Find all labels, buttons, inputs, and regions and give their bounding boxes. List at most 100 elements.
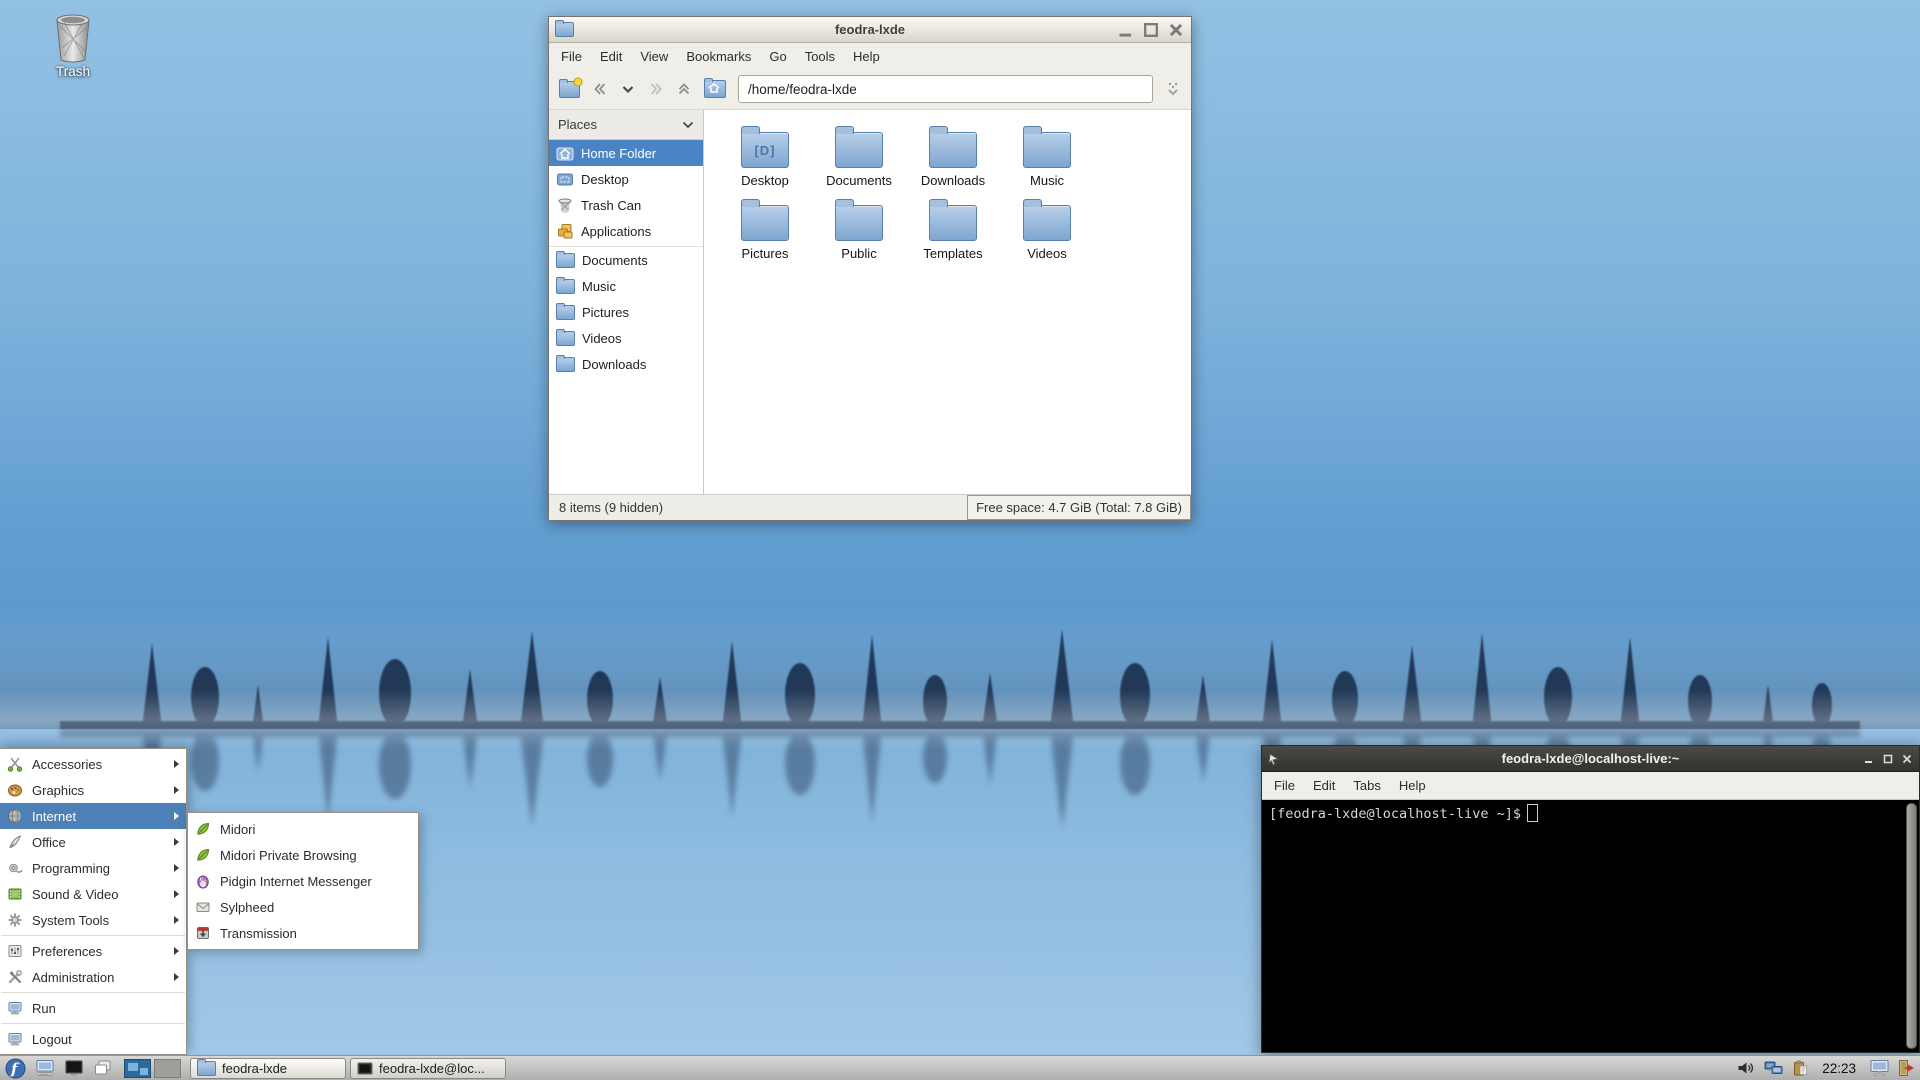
home-folder-icon (556, 147, 574, 161)
menu-item-system-tools[interactable]: System Tools (0, 907, 186, 933)
programming-icon (9, 863, 23, 873)
transmission-icon (197, 927, 209, 939)
fm-menu-file[interactable]: File (553, 46, 590, 67)
folder-public[interactable]: Public (812, 197, 906, 270)
submenu-item-midori[interactable]: Midori (188, 816, 418, 842)
submenu-item-sylpheed[interactable]: Sylpheed (188, 894, 418, 920)
sidebar-item-applications[interactable]: Applications (549, 218, 703, 247)
fm-menu-edit[interactable]: Edit (592, 46, 630, 67)
sidebar-item-trash-can[interactable]: Trash Can (549, 192, 703, 218)
fm-minimize-icon[interactable] (1118, 22, 1134, 38)
volume-icon[interactable] (1737, 1060, 1756, 1076)
history-dropdown-icon[interactable] (620, 81, 636, 97)
fm-menu-view[interactable]: View (632, 46, 676, 67)
folder-music[interactable]: Music (1000, 124, 1094, 197)
desktop-computer-icon (36, 1060, 53, 1076)
folder-documents[interactable]: Documents (812, 124, 906, 197)
up-icon[interactable] (676, 81, 692, 97)
submenu-item-transmission[interactable]: Transmission (188, 920, 418, 946)
fm-menu-help[interactable]: Help (845, 46, 888, 67)
terminal-menu-edit[interactable]: Edit (1305, 775, 1343, 796)
places-selector[interactable]: Places (549, 110, 703, 140)
submenu-arrow-icon (174, 947, 179, 955)
jump-to-icon[interactable] (1165, 81, 1181, 97)
fedora-logo-icon: f (5, 1058, 26, 1078)
terminal-scrollbar[interactable] (1906, 803, 1917, 1049)
menu-item-graphics[interactable]: Graphics (0, 777, 186, 803)
submenu-arrow-icon (174, 890, 179, 898)
sidebar-item-label: Documents (582, 252, 648, 268)
fm-maximize-icon[interactable] (1143, 22, 1159, 38)
terminal-menu-help[interactable]: Help (1391, 775, 1434, 796)
home-icon[interactable] (704, 78, 726, 98)
terminal-menu-file[interactable]: File (1266, 775, 1303, 796)
show-desktop-button[interactable] (90, 1057, 115, 1079)
task-label: feodra-lxde (222, 1060, 288, 1076)
forward-icon[interactable] (648, 81, 664, 97)
sidebar-item-pictures[interactable]: Pictures (549, 299, 703, 325)
clock[interactable]: 22:23 (1822, 1061, 1856, 1076)
terminal-window-title: feodra-lxde@localhost-live:~ (1501, 751, 1680, 766)
fm-titlebar[interactable]: feodra-lxde (549, 17, 1191, 43)
terminal-maximize-icon[interactable] (1883, 754, 1893, 764)
sidebar-item-documents[interactable]: Documents (549, 247, 703, 273)
fm-menu-tools[interactable]: Tools (797, 46, 843, 67)
logout-door-icon[interactable] (1898, 1059, 1915, 1077)
launcher-file-manager[interactable] (32, 1057, 57, 1079)
status-items: 8 items (9 hidden) (559, 500, 664, 515)
path-input[interactable]: /home/feodra-lxde (738, 75, 1153, 103)
folder-templates[interactable]: Templates (906, 197, 1000, 270)
terminal-output[interactable]: [feodra-lxde@localhost-live ~]$ (1262, 800, 1919, 1052)
system-tray: 22:23 (1737, 1059, 1917, 1077)
workspace-1[interactable] (124, 1058, 151, 1078)
menu-item-administration[interactable]: Administration (0, 964, 186, 990)
new-tab-icon[interactable] (559, 77, 583, 98)
applications-icon (558, 224, 573, 239)
taskbar-task-terminal[interactable]: feodra-lxde@loc... (350, 1057, 506, 1079)
preferences-icon (8, 945, 22, 957)
terminal-titlebar[interactable]: feodra-lxde@localhost-live:~ (1262, 746, 1919, 772)
sidebar-item-downloads[interactable]: Downloads (549, 351, 703, 377)
folder-desktop[interactable]: Desktop (718, 124, 812, 197)
internet-submenu: Midori Midori Private Browsing Pidgin In… (187, 812, 419, 950)
terminal-window: feodra-lxde@localhost-live:~ File Edit T… (1261, 745, 1920, 1053)
workspace-pager (124, 1058, 181, 1078)
menu-item-preferences[interactable]: Preferences (0, 938, 186, 964)
menu-item-sound-video[interactable]: Sound & Video (0, 881, 186, 907)
menu-item-programming[interactable]: Programming (0, 855, 186, 881)
clipboard-icon[interactable] (1792, 1060, 1809, 1077)
menu-item-office[interactable]: Office (0, 829, 186, 855)
screenlock-icon[interactable] (1869, 1059, 1890, 1077)
sidebar-item-desktop[interactable]: Desktop (549, 166, 703, 192)
folder-videos[interactable]: Videos (1000, 197, 1094, 270)
folder-icon (556, 276, 575, 294)
submenu-item-midori-private[interactable]: Midori Private Browsing (188, 842, 418, 868)
show-desktop-icon (94, 1060, 110, 1075)
submenu-item-pidgin[interactable]: Pidgin Internet Messenger (188, 868, 418, 894)
menu-item-internet[interactable]: Internet (0, 803, 186, 829)
back-icon[interactable] (592, 81, 608, 97)
desktop-trash-icon[interactable]: Trash (36, 12, 110, 79)
folder-pictures[interactable]: Pictures (718, 197, 812, 270)
submenu-arrow-icon (174, 812, 179, 820)
menu-item-accessories[interactable]: Accessories (0, 751, 186, 777)
terminal-minimize-icon[interactable] (1864, 754, 1874, 764)
fm-close-icon[interactable] (1168, 22, 1184, 38)
folder-downloads[interactable]: Downloads (906, 124, 1000, 197)
taskbar-task-file-manager[interactable]: feodra-lxde (190, 1057, 346, 1079)
sidebar-item-music[interactable]: Music (549, 273, 703, 299)
menu-item-run[interactable]: Run (0, 995, 186, 1021)
trash-label: Trash (55, 64, 90, 79)
launcher-terminal[interactable] (61, 1057, 86, 1079)
network-icon[interactable] (1764, 1060, 1784, 1076)
sidebar-item-home-folder[interactable]: Home Folder (549, 140, 703, 166)
menu-item-logout[interactable]: Logout (0, 1026, 186, 1052)
submenu-arrow-icon (174, 973, 179, 981)
terminal-close-icon[interactable] (1902, 754, 1912, 764)
workspace-2[interactable] (154, 1058, 181, 1078)
fm-menu-go[interactable]: Go (761, 46, 794, 67)
sidebar-item-videos[interactable]: Videos (549, 325, 703, 351)
fm-menu-bookmarks[interactable]: Bookmarks (678, 46, 759, 67)
menu-button[interactable]: f (3, 1057, 28, 1079)
terminal-menu-tabs[interactable]: Tabs (1345, 775, 1388, 796)
